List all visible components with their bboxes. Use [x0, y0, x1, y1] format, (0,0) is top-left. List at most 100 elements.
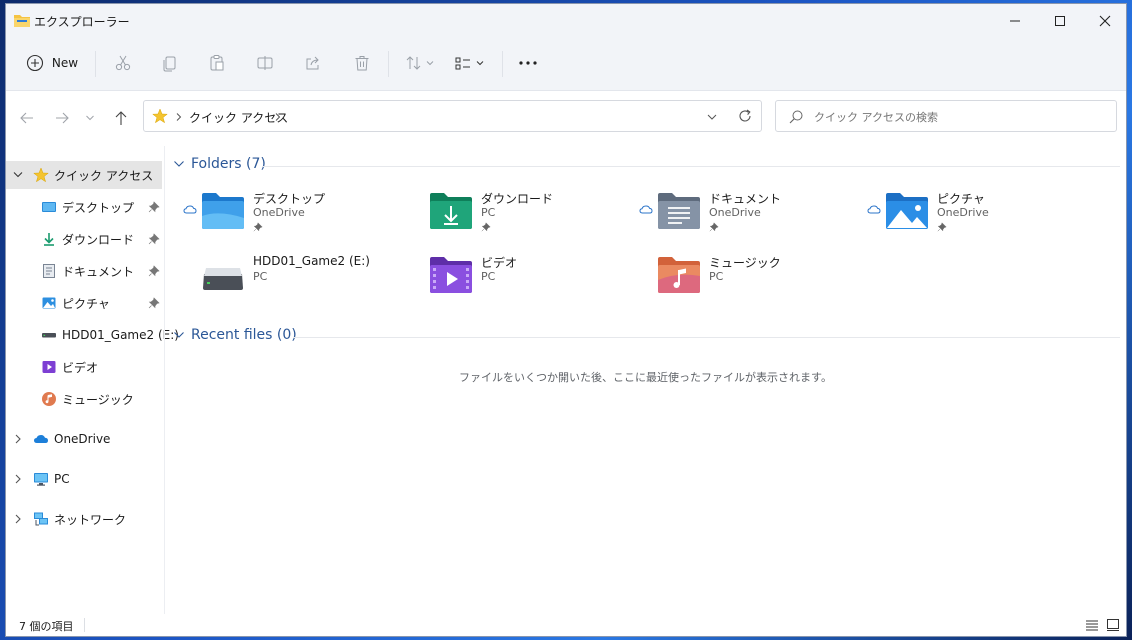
maximize-button[interactable]	[1037, 4, 1083, 37]
up-button[interactable]	[107, 104, 135, 132]
forward-button[interactable]	[48, 104, 76, 132]
sidebar-item-desktop[interactable]: デスクトップ	[6, 193, 162, 221]
paste-button[interactable]	[202, 46, 232, 80]
chevron-right-icon	[176, 113, 182, 121]
separator	[502, 51, 503, 77]
sidebar-item-label: HDD01_Game2 (E:)	[62, 328, 179, 342]
pin-icon[interactable]	[148, 233, 160, 245]
search-icon	[789, 110, 803, 124]
address-history-chevron-icon[interactable]	[706, 112, 718, 122]
sidebar-item-music[interactable]: ミュージック	[6, 385, 162, 413]
pin-icon[interactable]	[148, 201, 160, 213]
close-icon	[1099, 15, 1111, 26]
drive-icon	[42, 333, 56, 338]
chevron-right-icon[interactable]	[274, 112, 282, 122]
folder-tile-downloads[interactable]: ダウンロード PC	[411, 190, 621, 248]
sidebar-item-label: OneDrive	[54, 432, 111, 446]
folders-section-title: Folders (7)	[191, 156, 266, 172]
folder-location: OneDrive	[253, 206, 305, 219]
chevron-right-icon[interactable]	[14, 434, 22, 444]
rename-button[interactable]	[250, 46, 280, 80]
cloud-sync-icon	[639, 205, 653, 214]
folder-name: ダウンロード	[481, 192, 554, 206]
delete-button[interactable]	[347, 46, 377, 80]
desktop-folder-icon	[202, 193, 244, 229]
music-icon	[42, 392, 56, 406]
pin-icon	[253, 222, 263, 232]
chevron-down-icon[interactable]	[13, 171, 23, 179]
new-button[interactable]: New	[20, 46, 84, 80]
recent-section-header[interactable]: Recent files (0)	[173, 327, 297, 343]
folder-location: PC	[709, 270, 724, 283]
folder-tile-videos[interactable]: ビデオ PC	[411, 254, 621, 312]
sidebar-item-label: ピクチャ	[62, 296, 110, 311]
large-icons-view-icon[interactable]	[1106, 618, 1120, 631]
sidebar-item-network[interactable]: ネットワーク	[6, 505, 162, 533]
video-folder-icon	[430, 257, 472, 293]
folder-name: ミュージック	[709, 256, 781, 270]
folder-location: PC	[253, 270, 268, 283]
sidebar-item-hdd01[interactable]: HDD01_Game2 (E:)	[6, 321, 179, 349]
folder-tile-music[interactable]: ミュージック PC	[639, 254, 849, 312]
sidebar-item-downloads[interactable]: ダウンロード	[6, 225, 162, 253]
folder-location: PC	[481, 206, 496, 219]
folder-tile-hdd01[interactable]: HDD01_Game2 (E:) PC	[183, 254, 393, 312]
pin-icon[interactable]	[148, 265, 160, 277]
sidebar-item-documents[interactable]: ドキュメント	[6, 257, 162, 285]
document-folder-icon	[658, 193, 700, 229]
chevron-right-icon[interactable]	[14, 474, 22, 484]
content-pane: Folders (7) デスクトップ OneDrive ダウンロード PC ドキ…	[165, 146, 1126, 616]
folder-tile-pictures[interactable]: ピクチャ OneDrive	[867, 190, 1077, 248]
copy-button[interactable]	[155, 46, 185, 80]
address-bar[interactable]: クイック アクセス	[143, 100, 762, 132]
status-bar: 7 個の項目	[6, 614, 1126, 636]
view-button[interactable]	[451, 46, 489, 80]
folder-name: HDD01_Game2 (E:)	[253, 254, 370, 268]
music-folder-icon	[658, 257, 700, 293]
sidebar-item-onedrive[interactable]: OneDrive	[6, 425, 162, 453]
sidebar-item-pc[interactable]: PC	[6, 465, 162, 493]
sidebar-item-pictures[interactable]: ピクチャ	[6, 289, 162, 317]
item-count: 7 個の項目	[19, 620, 74, 633]
star-icon	[152, 108, 168, 124]
sidebar-item-videos[interactable]: ビデオ	[6, 353, 162, 381]
sidebar-item-label: ミュージック	[62, 392, 134, 407]
folder-location: PC	[481, 270, 496, 283]
section-divider	[293, 337, 1120, 338]
document-icon	[43, 264, 55, 278]
sidebar-item-quick-access[interactable]: クイック アクセス	[6, 161, 162, 189]
drive-tile-icon	[203, 268, 243, 290]
recent-locations-button[interactable]	[79, 104, 101, 132]
chevron-right-icon[interactable]	[14, 514, 22, 524]
navigation-bar: クイック アクセス	[6, 91, 1126, 146]
details-view-icon[interactable]	[1085, 619, 1099, 631]
cut-icon	[115, 55, 131, 71]
refresh-icon[interactable]	[737, 108, 753, 124]
back-button[interactable]	[13, 104, 41, 132]
separator	[388, 51, 389, 77]
folder-name: デスクトップ	[253, 192, 326, 206]
network-icon	[34, 512, 48, 526]
sidebar-item-label: デスクトップ	[62, 200, 135, 215]
share-button[interactable]	[298, 46, 328, 80]
download-icon	[44, 233, 54, 246]
pin-icon[interactable]	[148, 297, 160, 309]
recent-empty-message: ファイルをいくつか開いた後、ここに最近使ったファイルが表示されます。	[459, 371, 832, 384]
star-icon	[33, 167, 49, 183]
folder-tile-documents[interactable]: ドキュメント OneDrive	[639, 190, 849, 248]
plus-circle-icon	[26, 54, 43, 72]
sort-button[interactable]	[401, 46, 439, 80]
minimize-button[interactable]	[992, 4, 1038, 37]
search-input[interactable]	[812, 107, 1106, 127]
folder-tile-desktop[interactable]: デスクトップ OneDrive	[183, 190, 393, 248]
cut-button[interactable]	[108, 46, 138, 80]
download-folder-icon	[430, 193, 472, 229]
view-icon	[455, 57, 484, 70]
onedrive-icon	[34, 435, 48, 443]
close-button[interactable]	[1082, 4, 1126, 37]
more-button[interactable]	[513, 46, 543, 80]
search-box[interactable]	[775, 100, 1117, 132]
delete-icon	[355, 56, 369, 71]
sidebar-item-label: ダウンロード	[62, 232, 135, 247]
folders-section-header[interactable]: Folders (7)	[173, 156, 266, 172]
